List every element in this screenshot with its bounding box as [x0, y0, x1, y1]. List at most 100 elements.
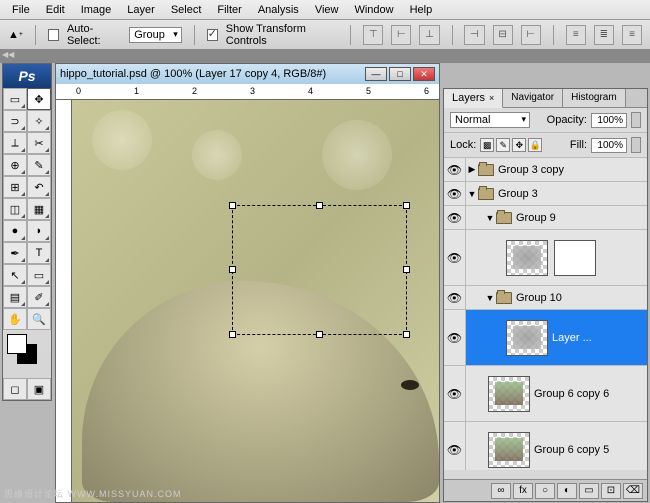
delete-layer-icon[interactable]: ⌫ [623, 483, 643, 499]
layer-item[interactable]: 👁 Group 6 copy 5 [444, 422, 647, 470]
blend-mode-dropdown[interactable]: Normal [450, 112, 530, 128]
transform-handle-bl[interactable] [229, 331, 236, 338]
crop-tool[interactable]: ⟂ [3, 132, 27, 154]
layer-item[interactable]: 👁 Group 6 copy 6 [444, 366, 647, 422]
transform-handle-tc[interactable] [316, 202, 323, 209]
twisty-icon[interactable]: ▼ [484, 213, 496, 223]
transform-box[interactable] [232, 205, 407, 335]
layer-item[interactable]: 👁 [444, 230, 647, 286]
transform-handle-br[interactable] [403, 331, 410, 338]
menu-view[interactable]: View [307, 2, 347, 18]
layer-thumbnail[interactable] [488, 376, 530, 412]
new-group-icon[interactable]: ▭ [579, 483, 599, 499]
menu-select[interactable]: Select [163, 2, 210, 18]
layer-name[interactable]: Group 3 copy [498, 164, 564, 176]
layer-name[interactable]: Group 6 copy 5 [534, 444, 609, 456]
layer-name[interactable]: Group 9 [516, 212, 556, 224]
align-vcenter-icon[interactable]: ⊢ [391, 25, 411, 45]
menu-analysis[interactable]: Analysis [250, 2, 307, 18]
menu-window[interactable]: Window [346, 2, 401, 18]
menu-image[interactable]: Image [73, 2, 120, 18]
fill-input[interactable]: 100% [591, 138, 627, 153]
lock-all-icon[interactable]: 🔒 [528, 138, 542, 152]
layer-mask-icon[interactable]: ○ [535, 483, 555, 499]
menu-file[interactable]: File [4, 2, 38, 18]
transform-handle-ml[interactable] [229, 266, 236, 273]
lock-transparency-icon[interactable]: ▩ [480, 138, 494, 152]
menu-layer[interactable]: Layer [119, 2, 163, 18]
fill-spinner[interactable] [631, 137, 641, 153]
blur-tool[interactable]: ● [3, 220, 27, 242]
layer-item-selected[interactable]: 👁 Layer ... [444, 310, 647, 366]
twisty-icon[interactable]: ▼ [484, 293, 496, 303]
marquee-tool[interactable]: ▭ [3, 88, 27, 110]
menu-help[interactable]: Help [402, 2, 441, 18]
close-icon[interactable]: × [489, 93, 494, 103]
mask-thumbnail[interactable] [554, 240, 596, 276]
move-tool[interactable]: ✥ [27, 88, 51, 110]
foreground-swatch[interactable] [7, 334, 27, 354]
distribute-top-icon[interactable]: ≡ [566, 25, 586, 45]
align-hcenter-icon[interactable]: ⊟ [493, 25, 513, 45]
tab-navigator[interactable]: Navigator [503, 89, 563, 107]
align-left-icon[interactable]: ⊣ [464, 25, 484, 45]
layer-thumbnail[interactable] [506, 320, 548, 356]
align-top-icon[interactable]: ⊤ [363, 25, 383, 45]
auto-select-dropdown[interactable]: Group [129, 27, 182, 43]
color-swatches[interactable] [3, 330, 51, 378]
transform-handle-bc[interactable] [316, 331, 323, 338]
visibility-icon[interactable]: 👁 [447, 331, 462, 345]
slice-tool[interactable]: ✂ [27, 132, 51, 154]
tab-layers[interactable]: Layers× [444, 89, 503, 108]
layer-name[interactable]: Group 3 [498, 188, 538, 200]
path-select-tool[interactable]: ↖ [3, 264, 27, 286]
transform-handle-mr[interactable] [403, 266, 410, 273]
lock-pixels-icon[interactable]: ✎ [496, 138, 510, 152]
type-tool[interactable]: T [27, 242, 51, 264]
shape-tool[interactable]: ▭ [27, 264, 51, 286]
dodge-tool[interactable]: ◗ [27, 220, 51, 242]
visibility-icon[interactable]: 👁 [447, 251, 462, 265]
tab-histogram[interactable]: Histogram [563, 89, 626, 107]
layer-name[interactable]: Group 10 [516, 292, 562, 304]
document-titlebar[interactable]: hippo_tutorial.psd @ 100% (Layer 17 copy… [56, 64, 439, 84]
layer-group[interactable]: 👁 ▼ Group 3 [444, 182, 647, 206]
lasso-tool[interactable]: ⊃ [3, 110, 27, 132]
adjustment-layer-icon[interactable]: ◐ [557, 483, 577, 499]
distribute-vcenter-icon[interactable]: ≣ [594, 25, 614, 45]
link-layers-icon[interactable]: ∞ [491, 483, 511, 499]
minimize-button[interactable]: — [365, 67, 387, 81]
layer-name[interactable]: Layer ... [552, 332, 592, 344]
notes-tool[interactable]: ▤ [3, 286, 27, 308]
layer-thumbnail[interactable] [506, 240, 548, 276]
quickmask-toggle[interactable]: ◻ [3, 378, 27, 400]
stamp-tool[interactable]: ⊞ [3, 176, 27, 198]
visibility-icon[interactable]: 👁 [447, 387, 462, 401]
align-bottom-icon[interactable]: ⊥ [419, 25, 439, 45]
maximize-button[interactable]: □ [389, 67, 411, 81]
brush-tool[interactable]: ✎ [27, 154, 51, 176]
auto-select-checkbox[interactable] [48, 29, 59, 41]
layer-fx-icon[interactable]: fx [513, 483, 533, 499]
pen-tool[interactable]: ✒ [3, 242, 27, 264]
layer-group[interactable]: 👁 ▼ Group 10 [444, 286, 647, 310]
align-right-icon[interactable]: ⊢ [521, 25, 541, 45]
layer-group[interactable]: 👁 ▶ Group 3 copy [444, 158, 647, 182]
screenmode-toggle[interactable]: ▣ [27, 378, 51, 400]
canvas[interactable] [72, 100, 439, 502]
wand-tool[interactable]: ✧ [27, 110, 51, 132]
close-button[interactable]: ✕ [413, 67, 435, 81]
panel-dock-strip[interactable] [0, 50, 650, 63]
layer-group[interactable]: 👁 ▼ Group 9 [444, 206, 647, 230]
twisty-icon[interactable]: ▼ [466, 189, 478, 199]
layer-tree[interactable]: 👁 ▶ Group 3 copy 👁 ▼ Group 3 👁 ▼ Group 9… [444, 158, 647, 470]
history-brush-tool[interactable]: ↶ [27, 176, 51, 198]
eyedropper-tool[interactable]: ✐ [27, 286, 51, 308]
new-layer-icon[interactable]: ⊡ [601, 483, 621, 499]
visibility-icon[interactable]: 👁 [447, 187, 462, 201]
layer-thumbnail[interactable] [488, 432, 530, 468]
menu-edit[interactable]: Edit [38, 2, 73, 18]
show-transform-checkbox[interactable] [207, 29, 218, 41]
eraser-tool[interactable]: ◫ [3, 198, 27, 220]
menu-filter[interactable]: Filter [209, 2, 249, 18]
